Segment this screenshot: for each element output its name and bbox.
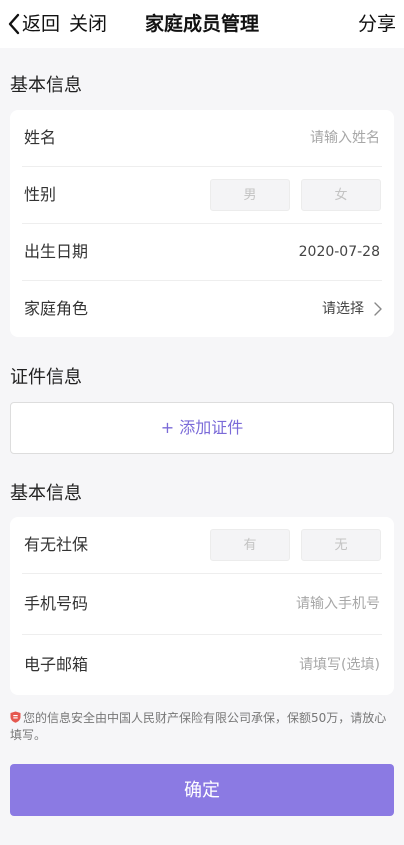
- navbar: 返回 关闭 家庭成员管理 分享: [0, 0, 404, 48]
- phone-row: 手机号码: [22, 574, 382, 635]
- name-row: 姓名: [22, 110, 382, 167]
- shield-icon: [10, 711, 21, 723]
- add-certificate-button[interactable]: + 添加证件: [10, 402, 394, 454]
- section-title-basic-info-2: 基本信息: [10, 483, 82, 504]
- section-title-certificate-info: 证件信息: [10, 367, 82, 388]
- gender-row: 性别 男 女: [22, 167, 382, 224]
- share-button[interactable]: 分享: [358, 10, 396, 38]
- name-input[interactable]: [180, 124, 380, 152]
- birth-date-row[interactable]: 出生日期 2020-07-28: [22, 224, 382, 281]
- family-role-label: 家庭角色: [24, 299, 89, 318]
- back-button[interactable]: 返回: [6, 10, 60, 38]
- phone-input[interactable]: [180, 590, 380, 618]
- security-notice: 您的信息安全由中国人民财产保险有限公司承保，保额50万，请放心填写。: [10, 710, 394, 744]
- phone-label: 手机号码: [24, 594, 89, 613]
- email-label: 电子邮箱: [24, 655, 89, 674]
- chevron-right-icon: [374, 302, 382, 316]
- social-security-label: 有无社保: [24, 535, 89, 554]
- close-button[interactable]: 关闭: [69, 10, 107, 38]
- gender-option-female[interactable]: 女: [301, 179, 381, 211]
- gender-label: 性别: [24, 185, 57, 204]
- email-input[interactable]: [180, 651, 380, 679]
- family-role-select[interactable]: 请选择: [322, 281, 364, 337]
- social-security-option-yes[interactable]: 有: [210, 529, 290, 561]
- section-title-basic-info: 基本信息: [10, 75, 82, 96]
- gender-option-male[interactable]: 男: [210, 179, 290, 211]
- name-label: 姓名: [24, 128, 57, 147]
- chevron-left-icon: [8, 13, 20, 35]
- page-title: 家庭成员管理: [144, 13, 259, 35]
- social-security-option-no[interactable]: 无: [301, 529, 381, 561]
- birth-date-label: 出生日期: [24, 242, 89, 261]
- birth-date-value[interactable]: 2020-07-28: [299, 224, 380, 280]
- other-info-card: 有无社保 有 无 手机号码 电子邮箱: [10, 517, 394, 695]
- social-security-row: 有无社保 有 无: [22, 517, 382, 574]
- back-label: 返回: [22, 13, 61, 35]
- security-notice-text: 您的信息安全由中国人民财产保险有限公司承保，保额50万，请放心填写。: [10, 711, 387, 742]
- basic-info-card: 姓名 性别 男 女 出生日期 2020-07-28 家庭角色 请选择: [10, 110, 394, 337]
- email-row: 电子邮箱: [22, 635, 382, 695]
- confirm-button[interactable]: 确定: [10, 764, 394, 816]
- family-role-row[interactable]: 家庭角色 请选择: [22, 281, 382, 337]
